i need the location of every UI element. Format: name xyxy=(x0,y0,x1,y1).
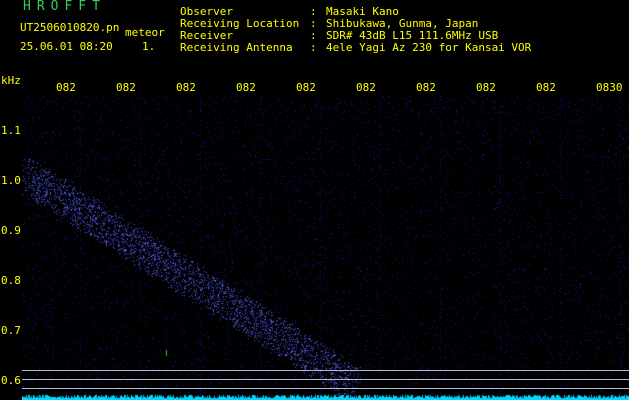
page-label: 1. xyxy=(142,40,156,53)
antenna-value: 4ele Yagi Az 230 for Kansai VOR xyxy=(326,41,532,54)
x-tick: 082 xyxy=(116,81,136,94)
colon: : xyxy=(310,41,317,54)
app-title: HROFFT xyxy=(23,0,106,14)
x-tick: 082 xyxy=(176,81,196,94)
x-tick: 0830 xyxy=(596,81,623,94)
reference-line xyxy=(22,388,629,389)
x-tick: 082 xyxy=(416,81,436,94)
y-axis-unit: kHz xyxy=(1,74,21,87)
spectrogram-canvas xyxy=(22,96,629,400)
x-tick: 082 xyxy=(236,81,256,94)
x-tick: 082 xyxy=(536,81,556,94)
datetime-label: 25.06.01 08:20 xyxy=(20,40,113,53)
y-tick: 0.9 xyxy=(1,224,21,237)
reference-line xyxy=(22,379,629,380)
x-tick: 082 xyxy=(356,81,376,94)
y-tick: 0.7 xyxy=(1,324,21,337)
x-tick: 082 xyxy=(56,81,76,94)
y-tick: 1.1 xyxy=(1,124,21,137)
waterfall-plot xyxy=(22,96,629,400)
y-tick: 0.6 xyxy=(1,374,21,387)
y-tick: 0.8 xyxy=(1,274,21,287)
mode-label: meteor xyxy=(125,26,165,39)
antenna-label: Receiving Antenna xyxy=(180,41,293,54)
y-tick: 1.0 xyxy=(1,174,21,187)
x-tick: 082 xyxy=(296,81,316,94)
reference-line xyxy=(22,370,629,371)
x-tick: 082 xyxy=(476,81,496,94)
file-name: UT2506010820.pn xyxy=(20,21,120,34)
